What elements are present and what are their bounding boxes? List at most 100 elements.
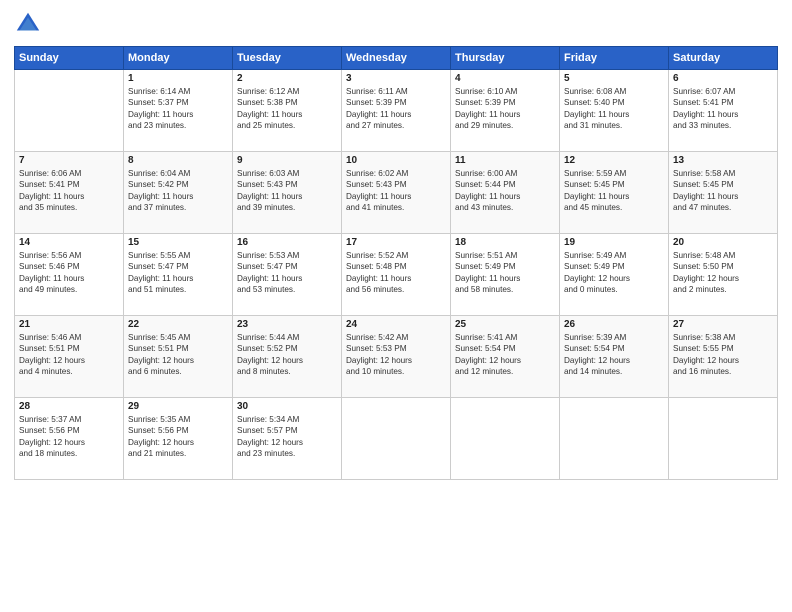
cell-content: Sunrise: 6:12 AM Sunset: 5:38 PM Dayligh… xyxy=(237,86,337,132)
day-number: 17 xyxy=(346,237,446,248)
week-row-1: 1 Sunrise: 6:14 AM Sunset: 5:37 PM Daylig… xyxy=(15,70,778,152)
calendar-cell xyxy=(15,70,124,152)
calendar-cell: 18 Sunrise: 5:51 AM Sunset: 5:49 PM Dayli… xyxy=(451,234,560,316)
header-cell-sunday: Sunday xyxy=(15,47,124,70)
day-number: 13 xyxy=(673,155,773,166)
day-number: 8 xyxy=(128,155,228,166)
calendar-cell: 7 Sunrise: 6:06 AM Sunset: 5:41 PM Daylig… xyxy=(15,152,124,234)
week-row-2: 7 Sunrise: 6:06 AM Sunset: 5:41 PM Daylig… xyxy=(15,152,778,234)
day-number: 19 xyxy=(564,237,664,248)
calendar-header: SundayMondayTuesdayWednesdayThursdayFrid… xyxy=(15,47,778,70)
cell-content: Sunrise: 6:11 AM Sunset: 5:39 PM Dayligh… xyxy=(346,86,446,132)
day-number: 23 xyxy=(237,319,337,330)
day-number: 24 xyxy=(346,319,446,330)
calendar-cell: 8 Sunrise: 6:04 AM Sunset: 5:42 PM Daylig… xyxy=(124,152,233,234)
cell-content: Sunrise: 5:58 AM Sunset: 5:45 PM Dayligh… xyxy=(673,168,773,214)
calendar-cell: 17 Sunrise: 5:52 AM Sunset: 5:48 PM Dayli… xyxy=(342,234,451,316)
calendar-cell: 15Sunrise: 5:55 AM Sunset: 5:47 PM Dayli… xyxy=(124,234,233,316)
calendar-cell xyxy=(669,398,778,480)
calendar-cell xyxy=(451,398,560,480)
logo-icon xyxy=(14,10,42,38)
calendar-cell: 6 Sunrise: 6:07 AM Sunset: 5:41 PM Daylig… xyxy=(669,70,778,152)
calendar-body: 1 Sunrise: 6:14 AM Sunset: 5:37 PM Daylig… xyxy=(15,70,778,480)
calendar-cell: 30Sunrise: 5:34 AM Sunset: 5:57 PM Dayli… xyxy=(233,398,342,480)
calendar-cell: 13 Sunrise: 5:58 AM Sunset: 5:45 PM Dayli… xyxy=(669,152,778,234)
day-number: 14 xyxy=(19,237,119,248)
cell-content: Sunrise: 5:51 AM Sunset: 5:49 PM Dayligh… xyxy=(455,250,555,296)
day-number: 26 xyxy=(564,319,664,330)
calendar-cell: 14 Sunrise: 5:56 AM Sunset: 5:46 PM Dayli… xyxy=(15,234,124,316)
cell-content: Sunrise: 5:49 AM Sunset: 5:49 PM Dayligh… xyxy=(564,250,664,296)
calendar-cell: 4 Sunrise: 6:10 AM Sunset: 5:39 PM Daylig… xyxy=(451,70,560,152)
logo xyxy=(14,10,46,38)
cell-content: Sunrise: 5:56 AM Sunset: 5:46 PM Dayligh… xyxy=(19,250,119,296)
cell-content: Sunrise: 6:00 AM Sunset: 5:44 PM Dayligh… xyxy=(455,168,555,214)
day-number: 6 xyxy=(673,73,773,84)
day-number: 4 xyxy=(455,73,555,84)
cell-content: Sunrise: 5:41 AM Sunset: 5:54 PM Dayligh… xyxy=(455,332,555,378)
cell-content: Sunrise: 5:48 AM Sunset: 5:50 PM Dayligh… xyxy=(673,250,773,296)
calendar-cell xyxy=(342,398,451,480)
cell-content: Sunrise: 5:35 AM Sunset: 5:56 PM Dayligh… xyxy=(128,414,228,460)
header-cell-saturday: Saturday xyxy=(669,47,778,70)
page-container: SundayMondayTuesdayWednesdayThursdayFrid… xyxy=(0,0,792,612)
calendar-cell: 5Sunrise: 6:08 AM Sunset: 5:40 PM Daylig… xyxy=(560,70,669,152)
day-number: 20 xyxy=(673,237,773,248)
day-number: 5 xyxy=(564,73,664,84)
cell-content: Sunrise: 5:46 AM Sunset: 5:51 PM Dayligh… xyxy=(19,332,119,378)
cell-content: Sunrise: 5:38 AM Sunset: 5:55 PM Dayligh… xyxy=(673,332,773,378)
day-number: 28 xyxy=(19,401,119,412)
header-row: SundayMondayTuesdayWednesdayThursdayFrid… xyxy=(15,47,778,70)
cell-content: Sunrise: 5:45 AM Sunset: 5:51 PM Dayligh… xyxy=(128,332,228,378)
header-cell-friday: Friday xyxy=(560,47,669,70)
cell-content: Sunrise: 6:14 AM Sunset: 5:37 PM Dayligh… xyxy=(128,86,228,132)
day-number: 9 xyxy=(237,155,337,166)
day-number: 18 xyxy=(455,237,555,248)
cell-content: Sunrise: 6:06 AM Sunset: 5:41 PM Dayligh… xyxy=(19,168,119,214)
calendar-cell: 20 Sunrise: 5:48 AM Sunset: 5:50 PM Dayli… xyxy=(669,234,778,316)
cell-content: Sunrise: 5:53 AM Sunset: 5:47 PM Dayligh… xyxy=(237,250,337,296)
cell-content: Sunrise: 5:42 AM Sunset: 5:53 PM Dayligh… xyxy=(346,332,446,378)
calendar-cell: 27 Sunrise: 5:38 AM Sunset: 5:55 PM Dayli… xyxy=(669,316,778,398)
cell-content: Sunrise: 6:04 AM Sunset: 5:42 PM Dayligh… xyxy=(128,168,228,214)
header-cell-thursday: Thursday xyxy=(451,47,560,70)
header-cell-monday: Monday xyxy=(124,47,233,70)
day-number: 7 xyxy=(19,155,119,166)
calendar-cell xyxy=(560,398,669,480)
calendar-cell: 25 Sunrise: 5:41 AM Sunset: 5:54 PM Dayli… xyxy=(451,316,560,398)
calendar-cell: 23Sunrise: 5:44 AM Sunset: 5:52 PM Dayli… xyxy=(233,316,342,398)
calendar-cell: 28 Sunrise: 5:37 AM Sunset: 5:56 PM Dayli… xyxy=(15,398,124,480)
cell-content: Sunrise: 5:37 AM Sunset: 5:56 PM Dayligh… xyxy=(19,414,119,460)
cell-content: Sunrise: 6:10 AM Sunset: 5:39 PM Dayligh… xyxy=(455,86,555,132)
calendar-cell: 10 Sunrise: 6:02 AM Sunset: 5:43 PM Dayli… xyxy=(342,152,451,234)
calendar-cell: 3 Sunrise: 6:11 AM Sunset: 5:39 PM Daylig… xyxy=(342,70,451,152)
calendar-cell: 19 Sunrise: 5:49 AM Sunset: 5:49 PM Dayli… xyxy=(560,234,669,316)
day-number: 22 xyxy=(128,319,228,330)
day-number: 2 xyxy=(237,73,337,84)
day-number: 12 xyxy=(564,155,664,166)
calendar-cell: 11 Sunrise: 6:00 AM Sunset: 5:44 PM Dayli… xyxy=(451,152,560,234)
calendar-cell: 24 Sunrise: 5:42 AM Sunset: 5:53 PM Dayli… xyxy=(342,316,451,398)
calendar-cell: 22 Sunrise: 5:45 AM Sunset: 5:51 PM Dayli… xyxy=(124,316,233,398)
day-number: 29 xyxy=(128,401,228,412)
day-number: 10 xyxy=(346,155,446,166)
calendar-cell: 16Sunrise: 5:53 AM Sunset: 5:47 PM Dayli… xyxy=(233,234,342,316)
day-number: 30 xyxy=(237,401,337,412)
cell-content: Sunrise: 5:52 AM Sunset: 5:48 PM Dayligh… xyxy=(346,250,446,296)
cell-content: Sunrise: 6:02 AM Sunset: 5:43 PM Dayligh… xyxy=(346,168,446,214)
calendar-cell: 12 Sunrise: 5:59 AM Sunset: 5:45 PM Dayli… xyxy=(560,152,669,234)
calendar-cell: 2 Sunrise: 6:12 AM Sunset: 5:38 PM Daylig… xyxy=(233,70,342,152)
day-number: 15 xyxy=(128,237,228,248)
day-number: 1 xyxy=(128,73,228,84)
calendar-cell: 21 Sunrise: 5:46 AM Sunset: 5:51 PM Dayli… xyxy=(15,316,124,398)
day-number: 11 xyxy=(455,155,555,166)
day-number: 27 xyxy=(673,319,773,330)
week-row-4: 21 Sunrise: 5:46 AM Sunset: 5:51 PM Dayli… xyxy=(15,316,778,398)
day-number: 21 xyxy=(19,319,119,330)
calendar-cell: 9Sunrise: 6:03 AM Sunset: 5:43 PM Daylig… xyxy=(233,152,342,234)
cell-content: Sunrise: 6:07 AM Sunset: 5:41 PM Dayligh… xyxy=(673,86,773,132)
week-row-3: 14 Sunrise: 5:56 AM Sunset: 5:46 PM Dayli… xyxy=(15,234,778,316)
day-number: 25 xyxy=(455,319,555,330)
day-number: 3 xyxy=(346,73,446,84)
cell-content: Sunrise: 5:59 AM Sunset: 5:45 PM Dayligh… xyxy=(564,168,664,214)
